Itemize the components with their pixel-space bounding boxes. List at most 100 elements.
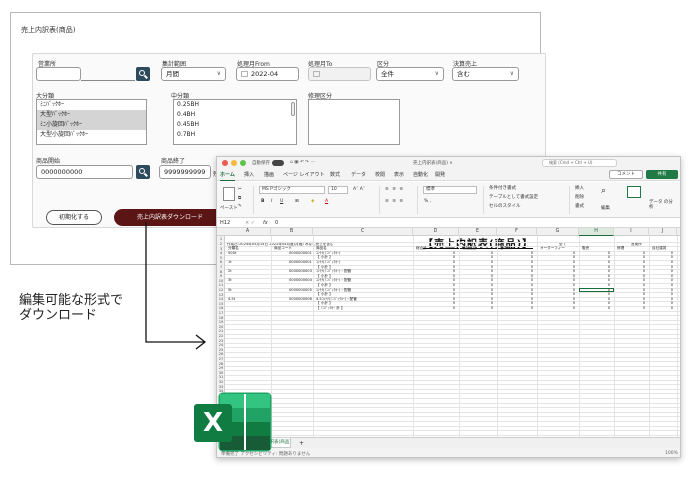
value-cell[interactable]: 0 [497, 260, 533, 264]
value-cell[interactable]: 0 [413, 283, 455, 287]
row-header[interactable]: 33 [217, 385, 225, 389]
value-cell[interactable]: 0 [413, 288, 455, 292]
row-header[interactable]: 4 [217, 251, 225, 255]
row-header[interactable]: 1 [217, 237, 225, 241]
settlement-select[interactable]: 含む ∨ [452, 67, 519, 81]
value-cell[interactable]: 0 [413, 260, 455, 264]
font-color-icon[interactable]: A [325, 199, 328, 204]
row-header[interactable]: 12 [217, 288, 225, 292]
value-cell[interactable]: 0 [537, 265, 575, 269]
value-cell[interactable]: 0 [537, 274, 575, 278]
value-cell[interactable]: 0 [614, 297, 645, 301]
row-header[interactable]: 8 [217, 270, 225, 274]
value-cell[interactable]: 0 [579, 306, 610, 310]
column-header-k[interactable]: K [677, 228, 680, 236]
column-header-h[interactable]: H [579, 228, 614, 236]
value-cell[interactable]: 0 [649, 274, 673, 278]
value-cell[interactable]: 0 [614, 301, 645, 305]
value-cell[interactable]: 0 [537, 297, 575, 301]
value-cell[interactable]: 0 [537, 301, 575, 305]
data-cell[interactable]: ｺﾝﾃﾅ(ﾐﾆﾊﾞｯｸﾎｰ) [316, 260, 340, 264]
value-cell[interactable]: 0 [579, 297, 610, 301]
analyze-data-icon[interactable] [627, 186, 641, 198]
font-name-select[interactable]: MS Pゴシック [259, 186, 325, 194]
data-cell[interactable]: 0000000006 [289, 297, 312, 301]
value-cell[interactable]: 0 [459, 278, 493, 282]
value-cell[interactable]: 0 [677, 269, 680, 273]
value-cell[interactable]: 0 [459, 297, 493, 301]
value-cell[interactable]: 0 [497, 251, 533, 255]
header-cell[interactable]: オーダーフィー [540, 246, 565, 250]
row-header[interactable]: 13 [217, 293, 225, 297]
value-cell[interactable]: 0 [459, 283, 493, 287]
download-sales-breakdown-button[interactable]: 売上内訳表ダウンロード [114, 209, 226, 226]
format-as-table-button[interactable]: テーブルとして書式設定 [489, 194, 538, 200]
header-cell[interactable]: 総合計 [416, 246, 427, 250]
data-cell[interactable]: ｺﾝﾃﾅ(ﾐﾆﾊﾞｯｸﾎｰ)・配管 [316, 278, 351, 282]
row-header[interactable]: 23 [217, 339, 225, 343]
value-cell[interactable]: 0 [459, 260, 493, 264]
tab-insert[interactable]: 挿入 [244, 171, 254, 178]
data-cell[interactable]: ｺﾝﾃﾅ(ﾐﾆﾊﾞｯｸﾎｰ)・配管 [316, 288, 351, 292]
data-cell[interactable]: 3t [228, 278, 232, 282]
value-cell[interactable]: 0 [649, 260, 673, 264]
value-cell[interactable]: 0 [497, 306, 533, 310]
row-header[interactable]: 10 [217, 279, 225, 283]
header-cell[interactable]: 他社返品 [462, 246, 476, 250]
product-start-search-button[interactable] [136, 165, 150, 179]
value-cell[interactable]: 0 [579, 255, 610, 259]
middle-category-listbox[interactable]: 0.25BH 0.4BH 0.45BH 0.7BH [173, 99, 297, 145]
list-option[interactable]: 0.7BH [174, 130, 296, 140]
tab-home[interactable]: ホーム [220, 171, 235, 181]
value-cell[interactable]: 0 [459, 255, 493, 259]
add-sheet-button[interactable]: + [299, 440, 304, 447]
tab-formulas[interactable]: 数式 [330, 171, 340, 178]
value-cell[interactable]: 0 [537, 269, 575, 273]
minimize-window-icon[interactable] [231, 160, 237, 166]
value-cell[interactable]: 0 [649, 288, 673, 292]
value-cell[interactable]: 0 [413, 292, 455, 296]
value-cell[interactable]: 0 [649, 301, 673, 305]
value-cell[interactable]: 0 [677, 265, 680, 269]
header-cell[interactable]: 自社運賃 [652, 246, 666, 250]
value-cell[interactable]: 0 [579, 283, 610, 287]
zoom-window-icon[interactable] [240, 160, 246, 166]
value-cell[interactable]: 0 [677, 260, 680, 264]
row-header[interactable]: 20 [217, 325, 225, 329]
value-cell[interactable]: 0 [579, 274, 610, 278]
data-cell[interactable]: 【 ﾐﾆﾊﾞｯｸﾎｰ 計 】 [316, 306, 345, 310]
data-cell[interactable]: 【 小計 】 [316, 265, 333, 269]
row-header[interactable]: 2 [217, 242, 225, 246]
division-select[interactable]: 全件 ∨ [376, 67, 444, 81]
delete-cells-button[interactable]: 削除 [575, 194, 584, 200]
row-header[interactable]: 24 [217, 343, 225, 347]
autosave-toggle[interactable] [272, 160, 284, 166]
row-header[interactable]: 28 [217, 362, 225, 366]
list-option[interactable]: 0.45BH [174, 120, 296, 130]
value-cell[interactable]: 0 [459, 288, 493, 292]
row-header[interactable]: 21 [217, 329, 225, 333]
data-cell[interactable]: 500t [228, 251, 236, 255]
data-cell[interactable]: 0000000005 [289, 288, 312, 292]
value-cell[interactable]: 0 [614, 283, 645, 287]
share-button[interactable]: 共有 [646, 170, 678, 179]
value-cell[interactable]: 0 [413, 306, 455, 310]
value-cell[interactable]: 0 [677, 288, 680, 292]
value-cell[interactable]: 0 [614, 251, 645, 255]
to-month-input[interactable] [308, 67, 371, 81]
value-cell[interactable]: 0 [614, 306, 645, 310]
column-header-b[interactable]: B [271, 228, 313, 236]
office-code-input[interactable] [36, 67, 81, 81]
data-cell[interactable]: 【 小計 】 [316, 292, 333, 296]
product-start-input[interactable]: 0000000000 [36, 165, 133, 179]
data-cell[interactable]: 【 小計 】 [316, 301, 333, 305]
tab-review[interactable]: 校閲 [375, 171, 385, 178]
value-cell[interactable]: 0 [649, 292, 673, 296]
list-option[interactable]: 大型ﾊﾞｯｸﾎｰ [37, 110, 146, 120]
value-cell[interactable]: 0 [579, 265, 610, 269]
value-cell[interactable]: 0 [413, 301, 455, 305]
data-cell[interactable]: 【 小計 】 [316, 255, 333, 259]
data-cell[interactable]: 0000000001 [289, 260, 312, 264]
row-header[interactable]: 25 [217, 348, 225, 352]
list-option[interactable]: 0.25BH [174, 100, 296, 110]
